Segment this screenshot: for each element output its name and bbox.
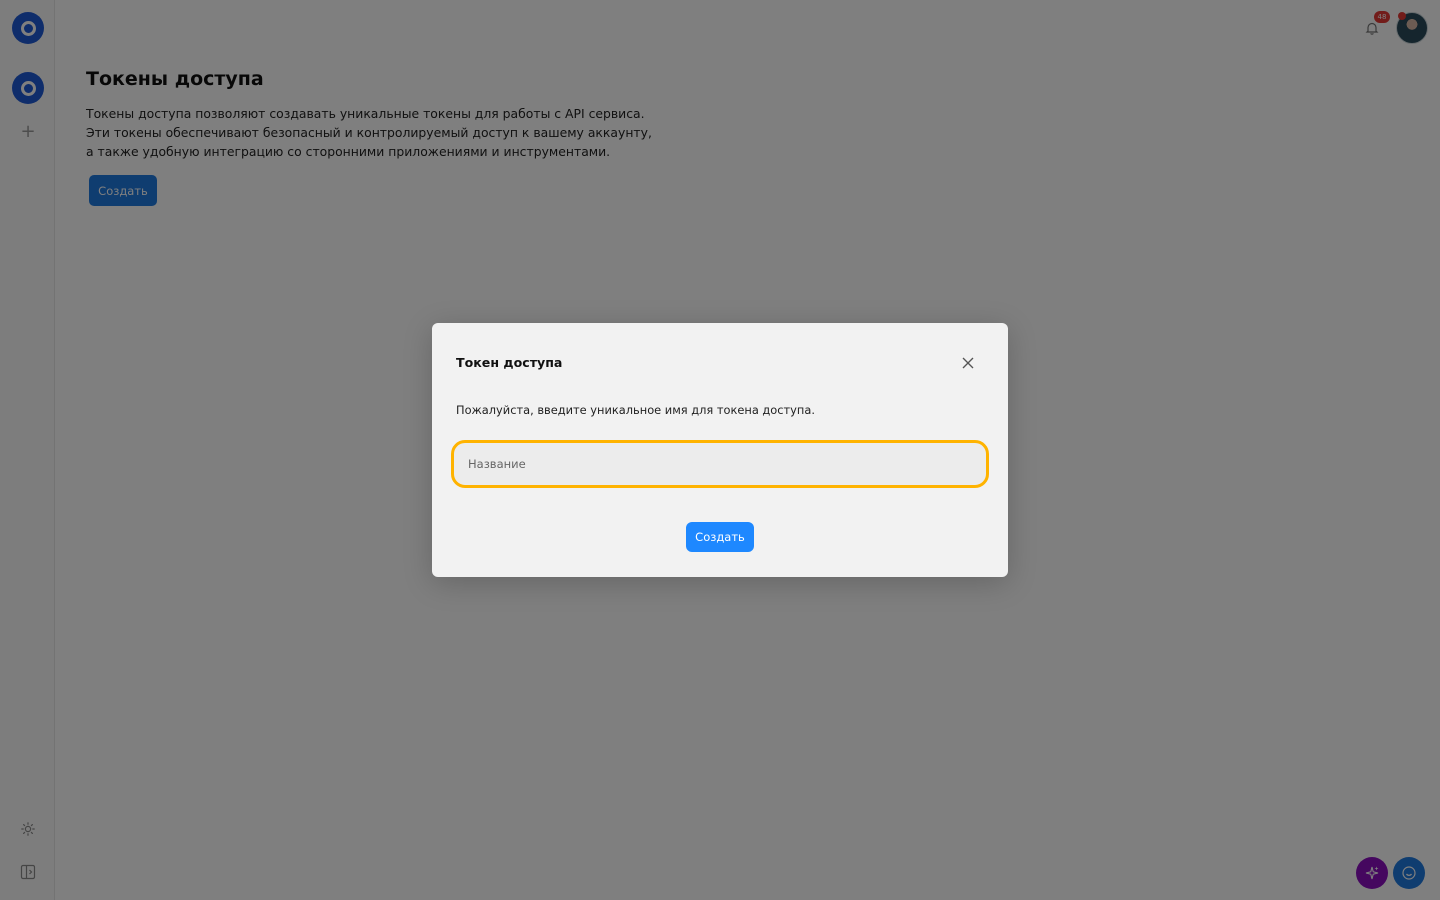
token-name-field [451,440,989,488]
close-button[interactable] [958,353,978,373]
dialog-title: Токен доступа [456,355,563,370]
token-dialog: Токен доступа Пожалуйста, введите уникал… [432,323,1008,577]
dialog-create-button[interactable]: Создать [686,522,754,552]
close-icon [962,357,974,369]
token-name-input[interactable] [454,443,986,485]
dialog-message: Пожалуйста, введите уникальное имя для т… [456,403,815,417]
